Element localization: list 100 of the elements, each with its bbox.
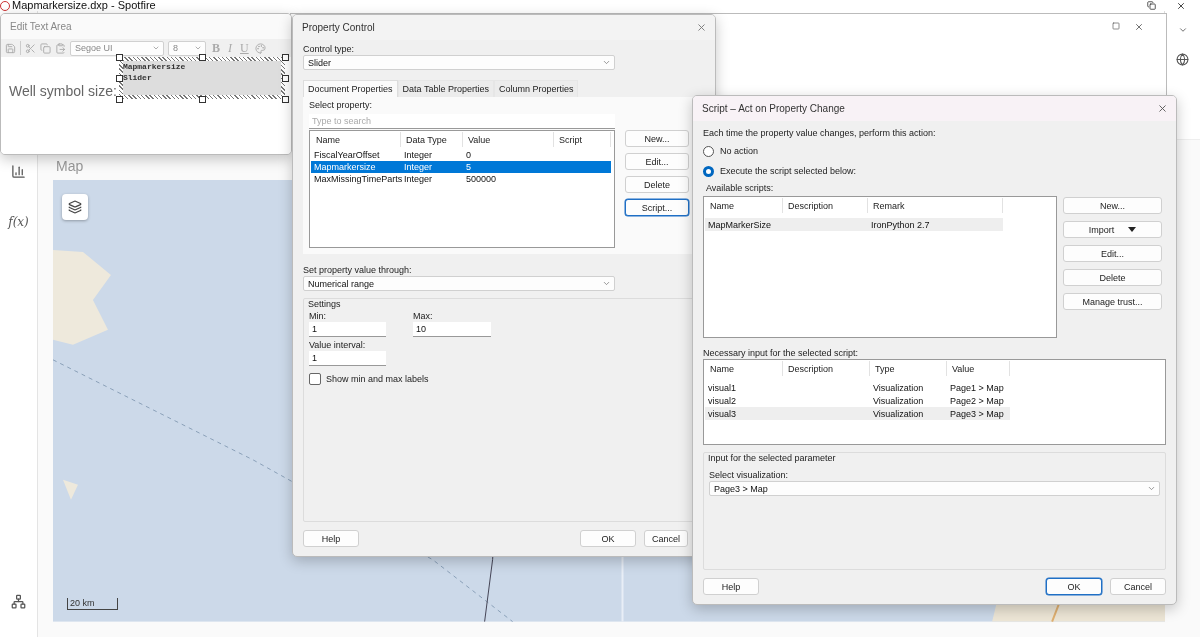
restore-icon[interactable] <box>1147 1 1156 11</box>
resize-handle[interactable] <box>115 54 123 61</box>
table-row[interactable]: FiscalYearOffset Integer 0 <box>311 149 611 161</box>
table-cell-text: visual2 <box>707 394 737 407</box>
group-title: Input for the selected parameter <box>708 452 837 464</box>
chevron-icon <box>602 279 611 288</box>
table-cell-text: FiscalYearOffset <box>313 149 381 161</box>
field-label: Select visualization: <box>709 469 790 481</box>
control-text: Slider <box>122 72 153 83</box>
table-row[interactable]: visual2 Visualization Page2 > Map <box>705 394 1010 407</box>
button[interactable]: New... <box>625 130 689 147</box>
ok-button[interactable]: OK <box>1046 578 1102 595</box>
table-cell-text: Integer <box>403 161 434 173</box>
layers-icon <box>68 200 82 215</box>
prompt-text: Each time the property value changes, perform this action: <box>703 127 937 139</box>
button[interactable]: Edit... <box>1063 245 1162 262</box>
chevron-icon <box>194 44 202 52</box>
radio-button[interactable] <box>703 165 714 177</box>
resize-handle[interactable] <box>198 96 206 103</box>
panel-title: Map <box>56 158 84 175</box>
resize-handle[interactable] <box>198 54 206 61</box>
search-field[interactable]: Type to search <box>309 114 615 129</box>
close-icon[interactable] <box>1157 103 1168 114</box>
table-cell-text: Integer <box>403 149 434 161</box>
dropdown-icon <box>1128 227 1137 232</box>
close-icon[interactable] <box>1134 21 1144 32</box>
button[interactable]: Import <box>1063 221 1162 238</box>
radio-label: Execute the script selected below: <box>720 165 857 177</box>
button[interactable]: Manage trust... <box>1063 293 1162 310</box>
button[interactable]: Edit... <box>625 153 689 170</box>
resize-handle[interactable] <box>115 96 123 103</box>
cancel-button[interactable]: Cancel <box>644 530 688 547</box>
table-cell-text: Visualization <box>872 394 925 407</box>
table-cell-text: visual1 <box>707 381 737 394</box>
chevron-icon <box>1147 484 1156 493</box>
table-cell-text: IronPython 2.7 <box>870 218 931 231</box>
text-label: Well symbol size: <box>9 83 117 99</box>
ok-button[interactable]: OK <box>580 530 636 547</box>
window-title: Edit Text Area <box>10 21 72 32</box>
max-field[interactable]: 10 <box>413 322 491 337</box>
field-label: Value interval: <box>309 339 367 351</box>
button[interactable]: Script... <box>625 199 689 216</box>
cancel-button[interactable]: Cancel <box>1110 578 1166 595</box>
table-row[interactable]: visual3 Visualization Page3 > Map <box>705 407 1010 420</box>
min-field[interactable]: 1 <box>309 322 386 337</box>
table-cell-text: Visualization <box>872 381 925 394</box>
field-label: Necessary input for the selected script: <box>703 347 860 359</box>
help-button[interactable]: Help <box>703 578 759 595</box>
table-cell-text: 0 <box>465 149 472 161</box>
table-cell-text: 500000 <box>465 173 498 185</box>
scale-bar: 20 km <box>67 598 118 610</box>
table-cell-text: MaxMissingTimeParts <box>313 173 401 185</box>
table-cell-text: Mapmarkersize <box>313 161 377 173</box>
control-type-select[interactable]: Slider <box>303 55 615 70</box>
field-label: Min: <box>309 310 327 322</box>
checkbox-label: Show min and max labels <box>326 373 429 385</box>
field-label: Available scripts: <box>706 182 775 194</box>
globe-icon[interactable] <box>1176 53 1189 67</box>
resize-handle[interactable] <box>281 54 289 61</box>
size-select[interactable]: 8 <box>168 40 206 56</box>
table-cell-text: Page3 > Map <box>949 407 1005 420</box>
button[interactable]: Delete <box>1063 269 1162 286</box>
tab[interactable]: Column Properties <box>493 80 579 97</box>
table-row[interactable]: visual1 Visualization Page1 > Map <box>705 381 1010 394</box>
table-cell-text: Integer <box>403 173 434 185</box>
button[interactable]: Delete <box>625 176 689 193</box>
field-label: Control type: <box>303 43 356 55</box>
table-cell-text: Page2 > Map <box>949 394 1005 407</box>
resize-handle[interactable] <box>281 75 289 82</box>
field-label: Max: <box>413 310 434 322</box>
layers-button[interactable] <box>62 194 88 221</box>
value-source-select[interactable]: Numerical range <box>303 276 615 291</box>
table-row[interactable]: Mapmarkersize Integer 5 <box>311 161 611 173</box>
help-button[interactable]: Help <box>303 530 359 547</box>
control-text: Mapmarkersize <box>122 61 187 72</box>
group-title: Settings <box>308 298 342 310</box>
table-cell-text: Page1 > Map <box>949 381 1005 394</box>
table-cell-text: visual3 <box>707 407 737 420</box>
resize-handle[interactable] <box>281 96 289 103</box>
hierarchy-icon[interactable] <box>11 594 26 609</box>
tab[interactable]: Document Properties <box>303 80 398 97</box>
font-select[interactable]: Segoe UI <box>70 40 164 56</box>
table-row[interactable]: MapMarkerSize IronPython 2.7 <box>705 218 1003 231</box>
chevron-icon <box>152 44 160 52</box>
visualization-select[interactable]: Page3 > Map <box>709 481 1160 496</box>
checkbox[interactable] <box>309 373 321 385</box>
interval-field[interactable]: 1 <box>309 351 386 366</box>
radio-button[interactable] <box>703 145 714 157</box>
button[interactable]: New... <box>1063 197 1162 214</box>
dialog-title: Property Control <box>302 22 375 33</box>
app-title: Mapmarkersize.dxp - Spotfire <box>0 0 156 12</box>
dialog-title: Script – Act on Property Change <box>702 103 845 114</box>
formula-icon[interactable]: f(x) <box>8 215 29 230</box>
tab[interactable]: Data Table Properties <box>397 80 494 97</box>
table-row[interactable]: MaxMissingTimeParts Integer 500000 <box>311 173 611 185</box>
bar-chart-icon[interactable] <box>11 164 26 180</box>
table-cell-text: Visualization <box>872 407 925 420</box>
resize-handle[interactable] <box>115 75 123 82</box>
close-icon[interactable] <box>1176 1 1186 12</box>
chevron-icon <box>602 58 611 67</box>
